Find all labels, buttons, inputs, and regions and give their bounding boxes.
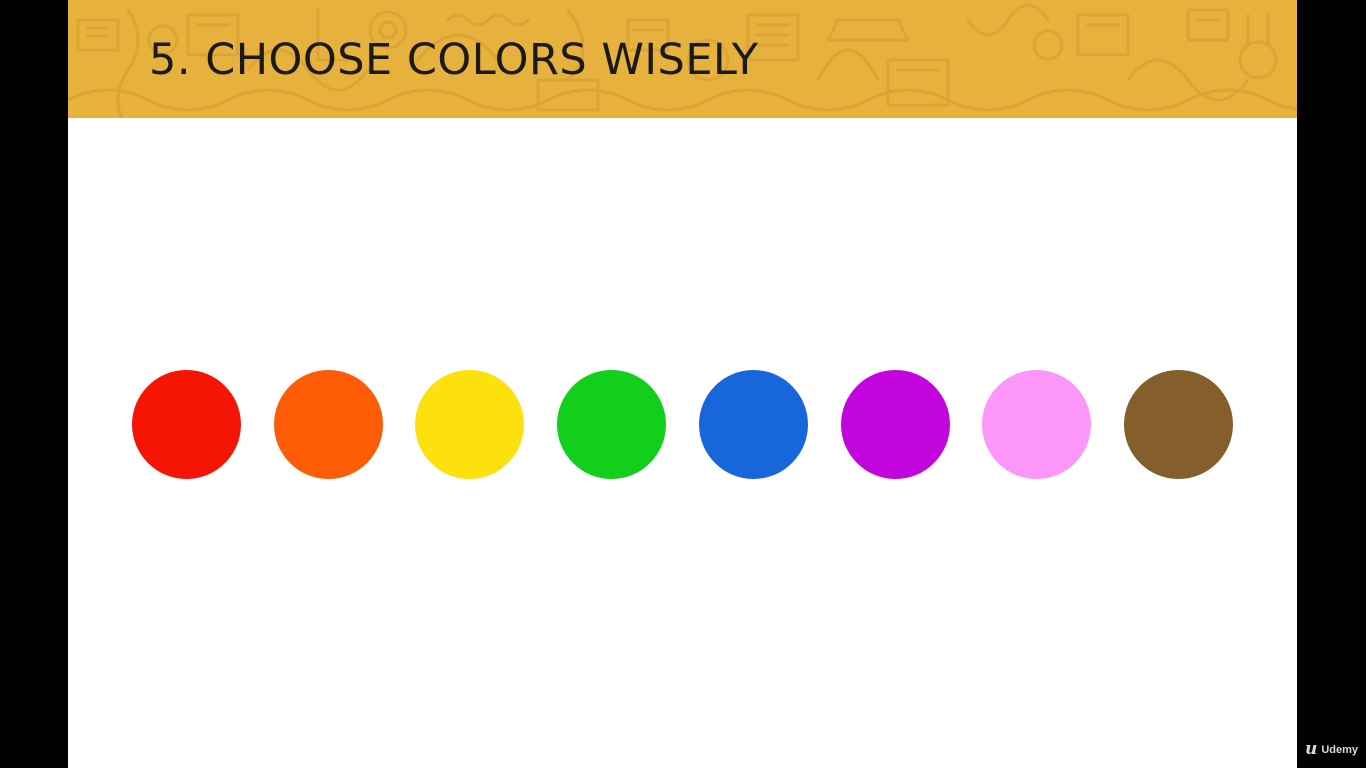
slide: 5. CHOOSE COLORS WISELY [68,0,1297,768]
swatch-brown [1124,370,1233,479]
swatch-yellow [415,370,524,479]
udemy-watermark: u Udemy [1305,741,1358,758]
slide-title: 5. CHOOSE COLORS WISELY [149,35,759,85]
watermark-label: Udemy [1321,743,1358,756]
swatch-orange [274,370,383,479]
swatch-blue [699,370,808,479]
video-player[interactable]: 5. CHOOSE COLORS WISELY u Udemy [0,0,1366,768]
swatch-purple [841,370,950,479]
swatch-red [132,370,241,479]
slide-header-banner: 5. CHOOSE COLORS WISELY [68,0,1297,118]
swatch-green [557,370,666,479]
color-swatch-row [132,370,1233,479]
udemy-logo-icon: u [1304,739,1318,759]
swatch-pink [982,370,1091,479]
